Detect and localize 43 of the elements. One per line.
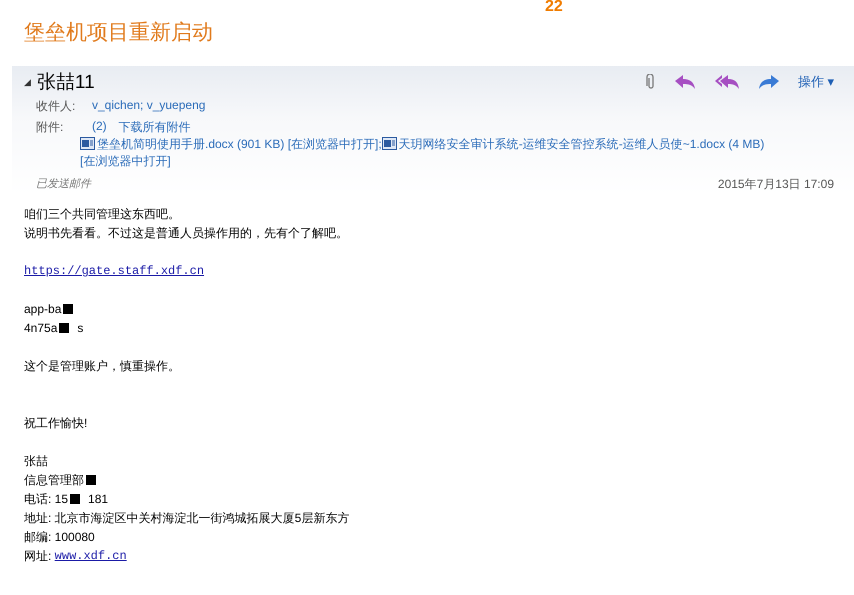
download-all-link[interactable]: 下载所有附件 — [118, 119, 191, 136]
separator: ; — [378, 137, 382, 151]
redaction-mark — [63, 304, 74, 314]
forward-icon[interactable] — [758, 74, 780, 90]
attachments-label: 附件: — [36, 119, 64, 136]
paperclip-icon[interactable] — [646, 74, 656, 90]
body-text: 信息管理部 — [24, 472, 84, 489]
document-icon — [80, 137, 95, 150]
folder-label: 已发送邮件 — [36, 177, 91, 192]
count-text: 22 — [545, 0, 563, 14]
sender-name: 张喆11 — [36, 71, 96, 95]
body-text: 祝工作愉快! — [24, 415, 88, 432]
link[interactable]: www.xdf.cn — [54, 547, 127, 566]
document-icon — [382, 137, 397, 150]
redaction-mark — [70, 494, 80, 504]
attachment-link[interactable]: 天玥网络安全审计系统-运维安全管控系统-运维人员使~1.docx (4 MB) — [398, 137, 764, 151]
recipients[interactable]: v_qichen; v_yuepeng — [92, 98, 206, 115]
open-in-browser-link[interactable]: [在浏览器中打开] — [80, 154, 171, 168]
body-text: 4n75a — [24, 320, 58, 337]
attachment-link[interactable]: 堡垒机简明使用手册.docx (901 KB) — [97, 137, 284, 151]
attachment-count: (2) — [92, 119, 107, 135]
body-text: 邮编: 100080 — [24, 529, 95, 546]
actions-menu[interactable]: 操作 ▾ — [798, 73, 834, 91]
open-in-browser-link[interactable]: [在浏览器中打开] — [288, 137, 378, 151]
recipients-label: 收件人: — [36, 98, 76, 115]
collapse-icon[interactable]: ◢ — [24, 76, 31, 88]
body-text: app-ba — [24, 301, 62, 318]
reply-icon[interactable] — [674, 74, 696, 90]
email-subject: 堡垒机项目重新启动 — [23, 20, 214, 46]
sent-date: 2015年7月13日 17:09 — [718, 176, 834, 193]
body-text: s — [77, 320, 84, 337]
body-text: 说明书先看看。不过这是普通人员操作用的，先有个了解吧。 — [24, 225, 348, 242]
body-text: 这个是管理账户，慎重操作。 — [24, 358, 180, 375]
body-text: 地址: 北京市海淀区中关村海淀北一街鸿城拓展大厦5层新东方 — [24, 510, 350, 527]
body-text: 181 — [88, 491, 108, 508]
body-text: 咱们三个共同管理这东西吧。 — [24, 206, 180, 223]
body-text: 张喆 — [24, 453, 48, 470]
body-text: 网址: — [24, 548, 52, 565]
redaction-mark — [59, 323, 70, 333]
body-text: 电话: 15 — [24, 491, 68, 508]
redaction-mark — [86, 475, 96, 485]
reply-all-icon[interactable] — [714, 74, 740, 90]
link[interactable]: https://gate.staff.xdf.cn — [24, 262, 204, 281]
